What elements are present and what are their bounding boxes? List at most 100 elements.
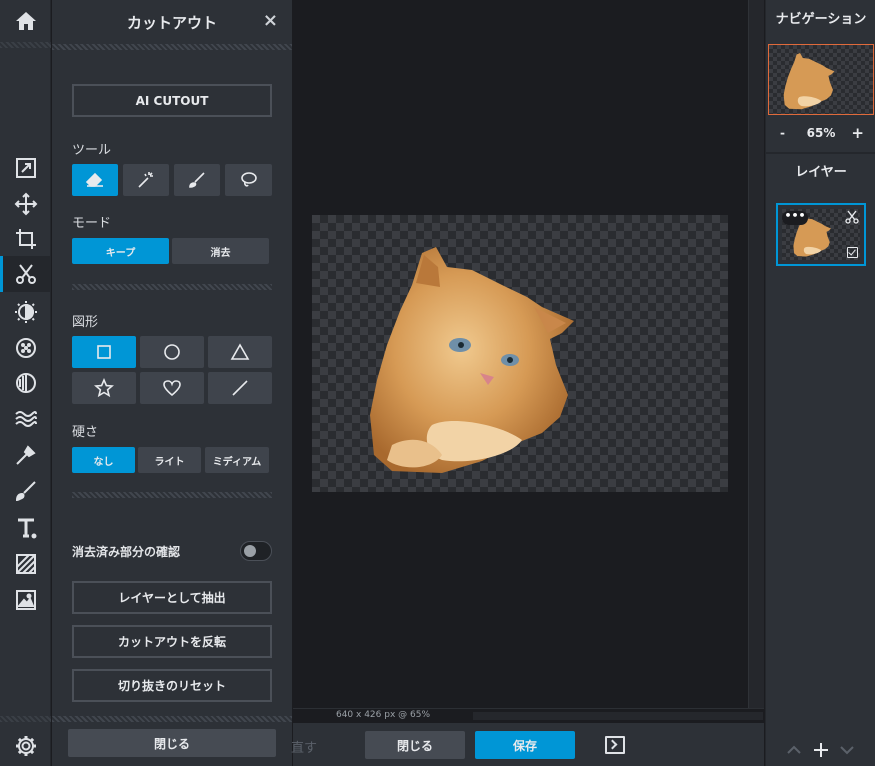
layers-title: レイヤー (795, 165, 847, 180)
cutout-panel: カットアウト × AI CUTOUT ツール モード キープ 消去 図形 硬さ … (52, 0, 292, 766)
crop-icon (15, 229, 36, 249)
chevron-down-icon[interactable] (839, 742, 855, 758)
right-panel: ナビゲーション - 65% + レイヤー ••• (765, 0, 875, 766)
tool-rail (0, 0, 51, 766)
waves-icon (14, 411, 37, 427)
square-icon (97, 345, 111, 359)
shape-circle-button[interactable] (140, 336, 204, 368)
invert-cutout-button[interactable]: カットアウトを反転 (72, 625, 272, 658)
zoom-control: - 65% + (766, 124, 875, 146)
panel-title: カットアウト (126, 14, 217, 32)
edit-icon (15, 158, 36, 178)
adjust-icon (14, 301, 37, 323)
shape-heart-button[interactable] (140, 372, 204, 404)
home-button[interactable] (0, 0, 51, 42)
shape-square-button[interactable] (72, 336, 136, 368)
circle-icon (164, 344, 180, 360)
tool-cutout[interactable] (0, 256, 51, 292)
heart-icon (163, 380, 181, 397)
ai-cutout-button[interactable]: AI CUTOUT (72, 84, 272, 117)
toggle-knob (244, 545, 256, 557)
tool-text[interactable] (0, 510, 51, 546)
erased-check-label: 消去済み部分の確認 (72, 545, 181, 559)
hardness-label: 硬さ (72, 425, 99, 440)
canvas-area[interactable] (293, 0, 748, 708)
layer-actions (766, 736, 875, 764)
add-layer-icon[interactable] (813, 742, 829, 758)
canvas-image[interactable] (312, 215, 728, 492)
tools-label: ツール (72, 143, 112, 158)
triangle-icon (230, 343, 250, 360)
tool-pattern[interactable] (0, 546, 51, 582)
tool-adjust[interactable] (0, 294, 51, 330)
extract-layer-button[interactable]: レイヤーとして抽出 (72, 581, 272, 614)
rail-divider-bottom (0, 716, 51, 722)
layer-item[interactable]: ••• (776, 203, 866, 266)
close-icon[interactable]: × (263, 10, 278, 31)
text-icon (17, 518, 36, 539)
image-dimensions: 640 x 426 px @ 65% (335, 710, 431, 720)
cat-cutout-image (370, 247, 574, 473)
image-icon (15, 590, 36, 610)
scissors-icon (15, 264, 36, 284)
tool-eraser-button[interactable] (72, 164, 118, 196)
tool-edit[interactable] (0, 150, 51, 186)
tool-filter[interactable] (0, 365, 51, 401)
reset-cutout-button[interactable]: 切り抜きのリセット (72, 669, 272, 702)
lasso-icon (240, 172, 257, 187)
shape-star-button[interactable] (72, 372, 136, 404)
hardness-light-button[interactable]: ライト (138, 447, 201, 473)
home-icon (15, 12, 36, 30)
chevron-up-icon[interactable] (786, 742, 802, 758)
mode-erase-button[interactable]: 消去 (172, 238, 269, 264)
brush-icon (189, 172, 205, 188)
gear-icon (15, 736, 36, 756)
hardness-none-button[interactable]: なし (72, 447, 135, 473)
status-bar: 640 x 426 px @ 65% (293, 708, 764, 723)
mode-keep-button[interactable]: キープ (72, 238, 169, 264)
footer-divider (52, 716, 292, 722)
magic-wand-icon (138, 172, 153, 188)
layer-menu-button[interactable]: ••• (782, 210, 808, 225)
navigator-cat-thumbnail (783, 52, 835, 110)
shape-label: 図形 (72, 315, 99, 330)
tool-liquify[interactable] (0, 401, 51, 437)
erased-check-toggle[interactable] (240, 541, 272, 561)
canvas-vertical-scrollbar[interactable] (748, 0, 764, 708)
line-icon (232, 380, 248, 396)
erased-check-row: 消去済み部分の確認 (72, 541, 272, 561)
panel-toggle-icon[interactable] (605, 736, 625, 754)
panel-header: カットアウト × (52, 0, 292, 42)
redo-button[interactable]: 直す (291, 737, 317, 756)
save-button[interactable]: 保存 (475, 731, 575, 759)
move-icon (14, 192, 37, 216)
layer-visibility-checkbox[interactable] (847, 247, 858, 258)
tool-image[interactable] (0, 582, 51, 618)
panel-close-button[interactable]: 閉じる (68, 729, 276, 757)
bottom-bar: 直す 閉じる 保存 (291, 723, 764, 766)
tool-magic-wand-button[interactable] (123, 164, 169, 196)
tool-crop[interactable] (0, 221, 51, 257)
dropper-icon (15, 445, 36, 465)
navigator-thumbnail[interactable] (768, 44, 874, 115)
tool-move[interactable] (0, 186, 51, 222)
section-divider (72, 284, 272, 290)
tool-effects[interactable] (0, 330, 51, 366)
settings-button[interactable] (0, 726, 51, 766)
shape-triangle-button[interactable] (208, 336, 272, 368)
pattern-icon (15, 554, 36, 574)
close-button[interactable]: 閉じる (365, 731, 465, 759)
tool-draw[interactable] (0, 473, 51, 509)
canvas-horizontal-scrollbar[interactable] (473, 712, 763, 720)
brush-icon (15, 481, 36, 502)
scissors-icon (845, 210, 859, 224)
navigator-title: ナビゲーション (775, 12, 867, 27)
tool-brush-button[interactable] (174, 164, 220, 196)
shape-line-button[interactable] (208, 372, 272, 404)
hardness-medium-button[interactable]: ミディアム (205, 447, 269, 473)
rail-divider (0, 42, 51, 48)
section-divider-2 (72, 492, 272, 498)
tool-clone[interactable] (0, 437, 51, 473)
zoom-in-button[interactable]: + (851, 124, 864, 142)
tool-lasso-button[interactable] (225, 164, 272, 196)
